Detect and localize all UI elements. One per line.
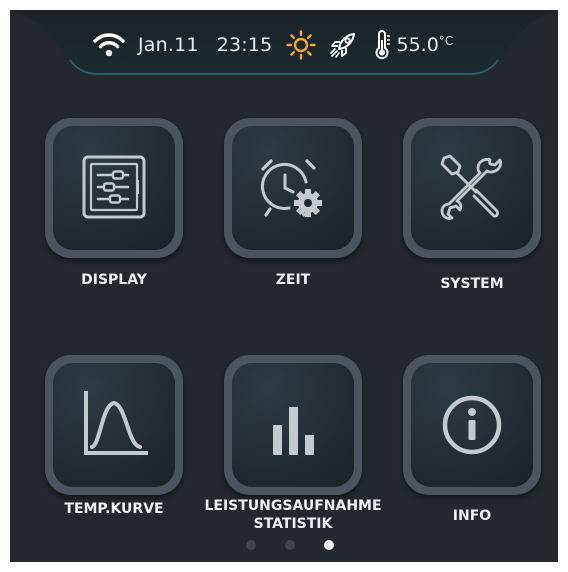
thermometer-icon bbox=[375, 30, 391, 60]
page-indicator bbox=[246, 540, 334, 550]
menu-label-system: SYSTEM bbox=[440, 276, 504, 292]
temperature-curve-icon bbox=[84, 391, 148, 455]
menu-label-info: INFO bbox=[452, 508, 492, 524]
menu-tile-temp-kurve[interactable] bbox=[45, 355, 183, 495]
alarm-clock-gear-icon bbox=[260, 159, 322, 217]
sun-icon bbox=[286, 30, 317, 60]
menu-tile-info[interactable] bbox=[403, 355, 541, 495]
temperature-value: 55.0 bbox=[396, 34, 439, 56]
menu-label-line1: LEISTUNGSAUFNAHME bbox=[204, 498, 382, 514]
status-time: 23:15 bbox=[216, 34, 273, 56]
display-settings-icon bbox=[82, 155, 146, 219]
status-date: Jan.11 bbox=[138, 34, 199, 56]
menu-tile-system[interactable] bbox=[403, 118, 541, 258]
temperature-unit: °C bbox=[438, 34, 454, 48]
wifi-icon bbox=[93, 33, 125, 57]
menu-label-zeit: ZEIT bbox=[275, 272, 311, 288]
page-dot-1[interactable] bbox=[246, 540, 256, 550]
menu-tile-leistungsaufnahme[interactable] bbox=[224, 355, 362, 495]
info-icon bbox=[442, 395, 502, 455]
tools-icon bbox=[440, 154, 503, 220]
status-bar: Jan.11 23:15 55.0°C bbox=[10, 10, 558, 76]
page-dot-3[interactable] bbox=[324, 540, 334, 550]
page-dot-2[interactable] bbox=[285, 540, 295, 550]
menu-tile-zeit[interactable] bbox=[224, 118, 362, 258]
bar-chart-icon bbox=[273, 407, 314, 455]
menu-tile-display[interactable] bbox=[45, 118, 183, 258]
menu-label-temp-kurve: TEMP.KURVE bbox=[64, 501, 164, 517]
menu-label-leistungsaufnahme: LEISTUNGSAUFNAHME STATISTIK bbox=[193, 497, 393, 533]
device-screen: Jan.11 23:15 55.0°C DISPLAY ZEIT SYSTEM … bbox=[10, 10, 558, 562]
status-temperature: 55.0°C bbox=[396, 34, 453, 56]
rocket-icon bbox=[330, 33, 356, 58]
menu-label-line2: STATISTIK bbox=[253, 516, 333, 532]
menu-label-display: DISPLAY bbox=[81, 272, 147, 288]
